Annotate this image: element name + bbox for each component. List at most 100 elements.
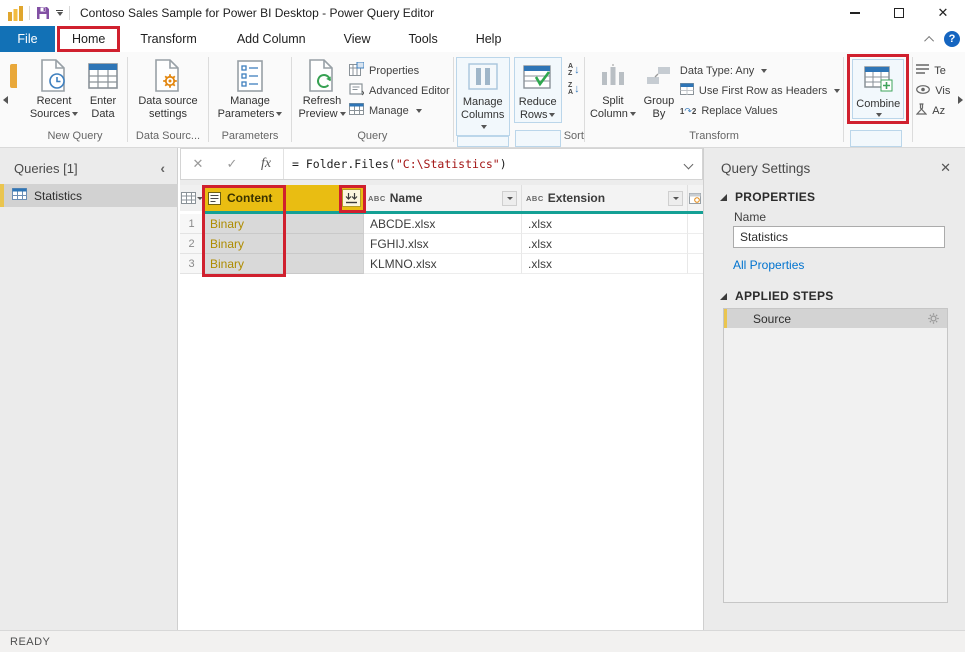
group-label-query: Query [292, 128, 453, 147]
menu-bar: File Home Transform Add Column View Tool… [0, 26, 965, 52]
cell-name[interactable]: KLMNO.xlsx [364, 254, 522, 274]
tab-file[interactable]: File [0, 26, 55, 52]
manage-columns-button[interactable]: Manage Columns [456, 57, 510, 136]
ribbon-scroll-left-icon[interactable] [0, 52, 10, 147]
reduce-rows-button[interactable]: Reduce Rows [514, 57, 562, 123]
manage-label: Manage [369, 105, 409, 117]
help-icon[interactable]: ? [944, 31, 960, 47]
data-source-settings-label: Data source settings [133, 95, 203, 120]
vision-label: Vis [935, 85, 950, 97]
save-icon[interactable] [36, 6, 50, 20]
database-icon [10, 64, 17, 88]
query-settings-close-icon[interactable]: ✕ [940, 160, 951, 176]
quick-access-dropdown-icon[interactable] [56, 10, 63, 17]
cell-name[interactable]: ABCDE.xlsx [364, 214, 522, 234]
cell-content[interactable]: Binary [204, 214, 364, 234]
enter-data-button[interactable]: Enter Data [82, 57, 124, 121]
tab-add-column[interactable]: Add Column [223, 26, 320, 52]
group-by-button[interactable]: Group By [638, 57, 680, 121]
column-header-partial[interactable] [688, 185, 703, 211]
use-first-row-button[interactable]: Use First Row as Headers [680, 81, 840, 100]
expand-down-arrows-icon [345, 192, 358, 204]
row-number: 3 [180, 254, 204, 274]
split-column-button[interactable]: Split Column [588, 57, 638, 121]
status-bar: READY [0, 630, 965, 652]
minimize-button[interactable] [833, 0, 877, 26]
reduce-rows-icon [523, 59, 552, 94]
column-header-content[interactable]: Content [204, 185, 364, 211]
advanced-editor-icon [349, 83, 364, 99]
combine-files-button[interactable] [342, 189, 361, 207]
azure-ml-button[interactable]: Az [916, 101, 950, 120]
tab-home[interactable]: Home [60, 29, 117, 49]
formula-input[interactable]: = Folder.Files("C:\Statistics") [292, 155, 507, 173]
data-source-settings-button[interactable]: Data source settings [131, 57, 205, 121]
text-analytics-label: Te [934, 65, 946, 77]
tab-view[interactable]: View [330, 26, 385, 52]
manage-parameters-label: Manage Parameters [218, 95, 275, 120]
combine-button[interactable]: Combine [852, 59, 904, 119]
maximize-button[interactable] [877, 0, 921, 26]
properties-button[interactable]: Properties [349, 61, 450, 80]
titlebar-divider [69, 6, 70, 20]
formula-check-icon[interactable]: ✓ [215, 156, 249, 172]
group-data-sources: Data source settings Data Sourc... [128, 52, 208, 147]
tab-help[interactable]: Help [462, 26, 516, 52]
group-reduce-rows: Reduce Rows [512, 52, 564, 147]
advanced-editor-button[interactable]: Advanced Editor [349, 81, 450, 100]
replace-values-button[interactable]: 1↷2 Replace Values [680, 101, 840, 120]
use-first-row-label: Use First Row as Headers [699, 85, 827, 97]
applied-steps-section-header[interactable]: APPLIED STEPS [720, 289, 834, 303]
table-select-all-button[interactable] [180, 185, 204, 211]
cell-name[interactable]: FGHIJ.xlsx [364, 234, 522, 254]
cell-extension[interactable]: .xlsx [522, 234, 688, 254]
column-header-name[interactable]: ABC Name [364, 185, 522, 211]
ribbon-scroll-right-icon[interactable] [955, 52, 965, 147]
properties-section-header[interactable]: PROPERTIES [720, 190, 815, 204]
new-source-button-partial[interactable] [10, 52, 23, 147]
manage-parameters-button[interactable]: Manage Parameters [212, 57, 288, 121]
cell-content[interactable]: Binary [204, 254, 364, 274]
recent-sources-button[interactable]: Recent Sources [26, 57, 82, 121]
cell-extension[interactable]: .xlsx [522, 254, 688, 274]
sort-ascending-button[interactable]: AZ↓ [568, 63, 580, 77]
sort-descending-button[interactable]: ZA↓ [568, 82, 580, 96]
close-button[interactable]: ✕ [921, 0, 965, 26]
cell-partial [688, 234, 703, 254]
tab-tools[interactable]: Tools [395, 26, 452, 52]
filter-dropdown-icon[interactable] [668, 191, 683, 206]
queries-collapse-icon[interactable]: ‹ [160, 160, 165, 176]
group-label-parameters: Parameters [209, 128, 291, 147]
tab-transform[interactable]: Transform [126, 26, 211, 52]
refresh-preview-button[interactable]: Refresh Preview [295, 57, 349, 121]
reduce-rows-label: Reduce Rows [519, 96, 557, 121]
recent-sources-label: Recent Sources [30, 95, 72, 120]
collapse-ribbon-icon[interactable] [924, 35, 934, 45]
formula-expand-icon[interactable] [685, 155, 692, 173]
group-combine: Combine [844, 52, 912, 147]
step-settings-gear-icon[interactable] [927, 312, 940, 325]
manage-parameters-icon [237, 58, 263, 93]
status-text: READY [10, 636, 50, 648]
manage-columns-label: Manage Columns [461, 96, 504, 121]
group-label-combine [850, 130, 902, 147]
formula-text: = Folder.Files( [292, 157, 396, 171]
table-row[interactable]: 1 Binary ABCDE.xlsx .xlsx [180, 214, 703, 234]
fx-icon[interactable]: fx [249, 156, 283, 172]
manage-button[interactable]: Manage [349, 101, 450, 120]
cell-content[interactable]: Binary [204, 234, 364, 254]
text-analytics-button[interactable]: Te [916, 61, 950, 80]
cell-extension[interactable]: .xlsx [522, 214, 688, 234]
query-list-item-statistics[interactable]: Statistics [0, 184, 178, 207]
all-properties-link[interactable]: All Properties [733, 258, 804, 272]
filter-dropdown-icon[interactable] [502, 191, 517, 206]
formula-cancel-icon[interactable]: ✕ [181, 156, 215, 172]
applied-step-source[interactable]: Source [724, 309, 947, 328]
table-row[interactable]: 3 Binary KLMNO.xlsx .xlsx [180, 254, 703, 274]
column-header-extension[interactable]: ABC Extension [522, 185, 688, 211]
table-row[interactable]: 2 Binary FGHIJ.xlsx .xlsx [180, 234, 703, 254]
data-type-button[interactable]: Data Type: Any [680, 61, 840, 80]
vision-button[interactable]: Vis [916, 81, 950, 100]
query-name-input[interactable] [733, 226, 945, 248]
sort-ascending-icon: ↓ [574, 64, 580, 76]
